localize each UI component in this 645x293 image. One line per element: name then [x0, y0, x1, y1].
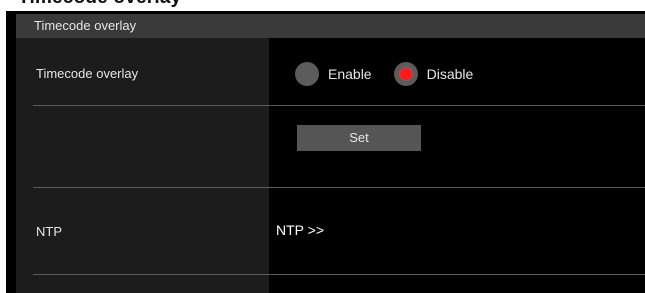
settings-panel: Timecode overlay Timecode overlay Enable…: [6, 11, 645, 293]
disable-option[interactable]: Disable: [393, 62, 474, 86]
page-heading-cut-off: Timecode overlay: [18, 0, 181, 9]
row-divider: [33, 187, 645, 188]
set-button[interactable]: Set: [297, 125, 421, 151]
row-divider: [33, 105, 645, 106]
enable-radio[interactable]: [295, 62, 319, 86]
ntp-link[interactable]: NTP >>: [276, 222, 324, 238]
timecode-overlay-label: Timecode overlay: [36, 66, 139, 81]
ntp-label: NTP: [36, 224, 62, 239]
disable-radio[interactable]: [393, 62, 418, 86]
row-divider: [33, 274, 645, 275]
disable-label: Disable: [426, 66, 474, 82]
enable-label: Enable: [328, 66, 372, 82]
enable-option[interactable]: Enable: [295, 62, 372, 86]
timecode-overlay-radio-group: Enable Disable: [295, 62, 473, 86]
section-header: Timecode overlay: [16, 14, 645, 38]
